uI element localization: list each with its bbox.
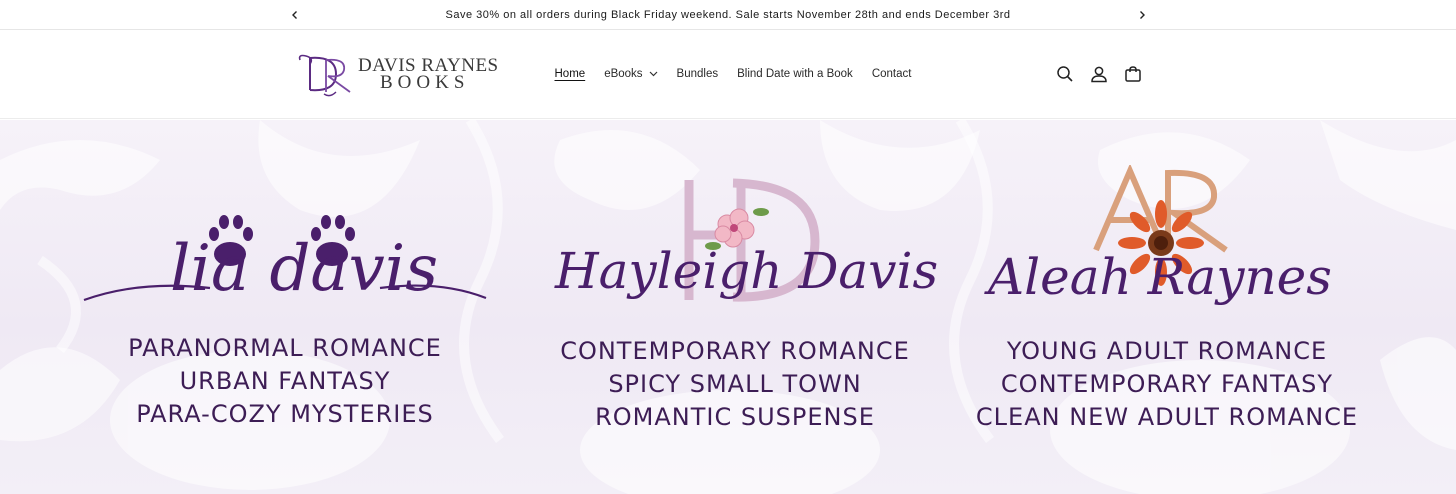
nav-contact[interactable]: Contact [862, 62, 921, 86]
nav-contact-label: Contact [871, 68, 912, 80]
genre-line: URBAN FANTASY [179, 367, 391, 395]
nav-ebooks[interactable]: eBooks [595, 62, 667, 86]
nav-home-label: Home [554, 68, 586, 80]
genre-line: ROMANTIC SUSPENSE [595, 403, 875, 431]
nav-bundles[interactable]: Bundles [667, 62, 728, 86]
site-logo[interactable]: DAVIS RAYNES BOOKS [296, 52, 520, 98]
nav-ebooks-label: eBooks [604, 68, 643, 80]
main-nav: Home eBooks Bundles Blind Date with a Bo… [545, 58, 921, 90]
genre-line: CLEAN NEW ADULT ROMANCE [975, 403, 1359, 431]
author-genres: CONTEMPORARY ROMANCE SPICY SMALL TOWN RO… [535, 335, 935, 434]
genre-line: PARA-COZY MYSTERIES [136, 400, 434, 428]
nav-blind-date-label: Blind Date with a Book [737, 68, 853, 80]
account-icon[interactable] [1086, 62, 1112, 86]
genre-line: YOUNG ADULT ROMANCE [1006, 337, 1328, 365]
genre-line: PARANORMAL ROMANCE [128, 334, 442, 362]
nav-home[interactable]: Home [545, 62, 595, 86]
site-header: DAVIS RAYNES BOOKS Home eBooks Bundles B… [0, 30, 1456, 119]
chevron-right-icon[interactable] [1132, 5, 1152, 25]
logo-monogram-icon [298, 54, 351, 97]
header-icons [1052, 62, 1154, 86]
nav-bundles-label: Bundles [676, 68, 719, 80]
announcement-bar: Save 30% on all orders during Black Frid… [0, 0, 1456, 30]
author-genres: PARANORMAL ROMANCE URBAN FANTASY PARA-CO… [80, 332, 490, 431]
chevron-down-icon [649, 71, 658, 77]
search-icon[interactable] [1052, 62, 1078, 86]
genre-line: CONTEMPORARY ROMANCE [560, 337, 910, 365]
author-hayleigh-davis: Hayleigh Davis CONTEMPORARY ROMANCE SPIC… [535, 120, 939, 494]
cart-icon[interactable] [1120, 62, 1146, 86]
logo-subtitle: BOOKS [380, 72, 470, 93]
author-script-name: Aleah Raynes [988, 248, 1332, 306]
nav-blind-date[interactable]: Blind Date with a Book [728, 62, 863, 86]
author-script-name: lia davis [170, 232, 439, 306]
chevron-left-icon[interactable] [285, 5, 305, 25]
genre-line: SPICY SMALL TOWN [608, 370, 862, 398]
genre-line: CONTEMPORARY FANTASY [1000, 370, 1334, 398]
announcement-text: Save 30% on all orders during Black Frid… [445, 8, 1011, 21]
author-aleah-raynes: Aleah Raynes YOUNG ADULT ROMANCE CONTEMP… [968, 120, 1366, 494]
author-genres: YOUNG ADULT ROMANCE CONTEMPORARY FANTASY… [968, 335, 1366, 434]
author-lia-davis: lia davis PARANORMAL ROMANCE URBAN FANTA… [80, 120, 490, 494]
author-script-name: Hayleigh Davis [555, 242, 939, 300]
hero-banner[interactable]: lia davis PARANORMAL ROMANCE URBAN FANTA… [0, 120, 1456, 494]
